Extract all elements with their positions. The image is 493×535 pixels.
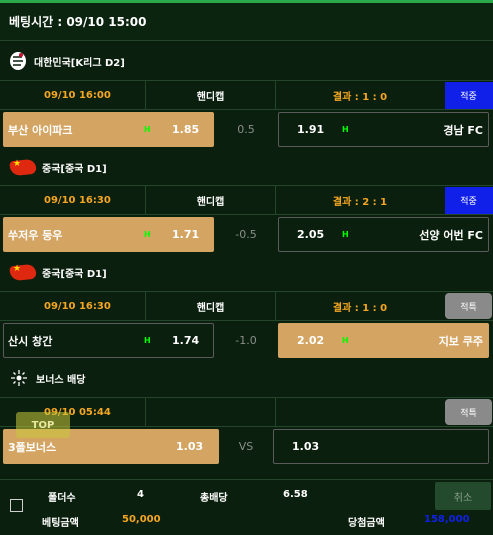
handicap-mark: H <box>342 336 349 345</box>
bonus-league-row: 보너스 배당 <box>0 360 493 396</box>
bonus-away-button[interactable]: 1.03 <box>273 429 489 464</box>
match-result: 결과 : 2 : 1 <box>332 196 388 208</box>
status-badge: 적중 <box>444 186 493 214</box>
vs-label: VS <box>238 440 254 453</box>
status-badge: 적특 <box>445 293 492 319</box>
scroll-top-button[interactable]: TOP <box>16 412 70 438</box>
total-odds-value: 6.58 <box>283 489 308 500</box>
handicap-mark: H <box>342 230 349 239</box>
league-row-3: ★ 중국[중국 D1] <box>0 254 493 290</box>
bonus-odds-row: 3폴보너스 1.03 VS 1.03 <box>0 428 493 465</box>
betting-time-text: 베팅시간 : 09/10 15:00 <box>9 15 147 29</box>
away-odds-button[interactable]: 2.05 H 선양 어번 FC <box>278 217 489 252</box>
china-flag-icon: ★ <box>8 262 37 282</box>
league-row-2: ★ 중국[중국 D1] <box>0 149 493 185</box>
home-odd: 1.71 <box>172 228 200 241</box>
handicap-value: -0.5 <box>235 228 257 241</box>
home-odds-button[interactable]: 부산 아이파크 H 1.85 <box>3 112 214 147</box>
handicap-mark: H <box>144 336 151 345</box>
win-amount-value: 158,000 <box>424 514 470 525</box>
match-result: 결과 : 1 : 0 <box>332 91 388 103</box>
league-row-1: 대한민국[K리그 D2] <box>0 43 493 79</box>
status-badge: 적특 <box>445 399 492 425</box>
league-name: 보너스 배당 <box>36 374 86 386</box>
away-odds-button[interactable]: 2.02 H 지보 쿠주 <box>278 323 489 358</box>
match-info-row-3: 09/10 16:30 핸디캡 결과 : 1 : 0 적특 <box>0 291 493 321</box>
away-team-name: 선양 어번 FC <box>419 228 483 242</box>
handicap-mark: H <box>342 125 349 134</box>
match-info-row-2: 09/10 16:30 핸디캡 결과 : 2 : 1 적중 <box>0 185 493 215</box>
folder-count-value: 4 <box>137 489 144 500</box>
bet-type: 핸디캡 <box>146 81 276 109</box>
home-odds-button[interactable]: 쑤저우 둥우 H 1.71 <box>3 217 214 252</box>
select-checkbox[interactable] <box>10 499 23 512</box>
odds-row-2: 쑤저우 둥우 H 1.71 -0.5 2.05 H 선양 어번 FC <box>0 216 493 253</box>
bet-type: 핸디캡 <box>146 186 276 214</box>
league-name: 중국[중국 D1] <box>42 163 107 175</box>
bonus-odd: 1.03 <box>176 440 204 453</box>
home-odd: 1.85 <box>172 123 200 136</box>
home-team-name: 산시 창간 <box>8 334 53 348</box>
home-odds-button[interactable]: 산시 창간 H 1.74 <box>3 323 214 358</box>
bonus-name: 3폴보너스 <box>8 440 57 454</box>
odds-row-1: 부산 아이파크 H 1.85 0.5 1.91 H 경남 FC <box>0 111 493 148</box>
betting-time-header: 베팅시간 : 09/10 15:00 <box>0 3 493 41</box>
handicap-value: -1.0 <box>235 334 257 347</box>
match-time: 09/10 16:30 <box>0 292 146 320</box>
cancel-button[interactable]: 취소 <box>435 482 491 510</box>
bonus-info-row: 09/10 05:44 적특 <box>0 397 493 427</box>
away-team-name: 지보 쿠주 <box>438 334 483 348</box>
win-amount-label: 당첨금액 <box>348 518 385 529</box>
away-odd: 1.91 <box>297 123 325 136</box>
home-team-name: 부산 아이파크 <box>8 123 73 137</box>
away-odds-button[interactable]: 1.91 H 경남 FC <box>278 112 489 147</box>
match-time: 09/10 16:30 <box>0 186 146 214</box>
bonus-sparkle-icon <box>8 367 30 389</box>
away-team-name: 경남 FC <box>443 123 483 137</box>
home-team-name: 쑤저우 둥우 <box>8 228 63 242</box>
bet-amount-label: 베팅금액 <box>42 518 79 529</box>
status-badge: 적중 <box>444 81 493 109</box>
k-league-icon <box>8 50 28 72</box>
bet-amount-value: 50,000 <box>122 514 161 525</box>
match-time: 09/10 16:00 <box>0 81 146 109</box>
china-flag-icon: ★ <box>8 157 37 177</box>
total-odds-label: 총배당 <box>200 493 228 504</box>
bonus-away-odd: 1.03 <box>292 440 320 453</box>
handicap-mark: H <box>144 125 151 134</box>
bet-type: 핸디캡 <box>146 292 276 320</box>
match-info-row-1: 09/10 16:00 핸디캡 결과 : 1 : 0 적중 <box>0 80 493 110</box>
handicap-value: 0.5 <box>237 123 255 136</box>
away-odd: 2.02 <box>297 334 325 347</box>
folder-count-label: 폴더수 <box>48 493 76 504</box>
handicap-mark: H <box>144 230 151 239</box>
league-name: 대한민국[K리그 D2] <box>34 57 125 69</box>
league-name: 중국[중국 D1] <box>42 268 107 280</box>
away-odd: 2.05 <box>297 228 325 241</box>
odds-row-3: 산시 창간 H 1.74 -1.0 2.02 H 지보 쿠주 <box>0 322 493 359</box>
home-odd: 1.74 <box>172 334 200 347</box>
match-result: 결과 : 1 : 0 <box>332 302 388 314</box>
